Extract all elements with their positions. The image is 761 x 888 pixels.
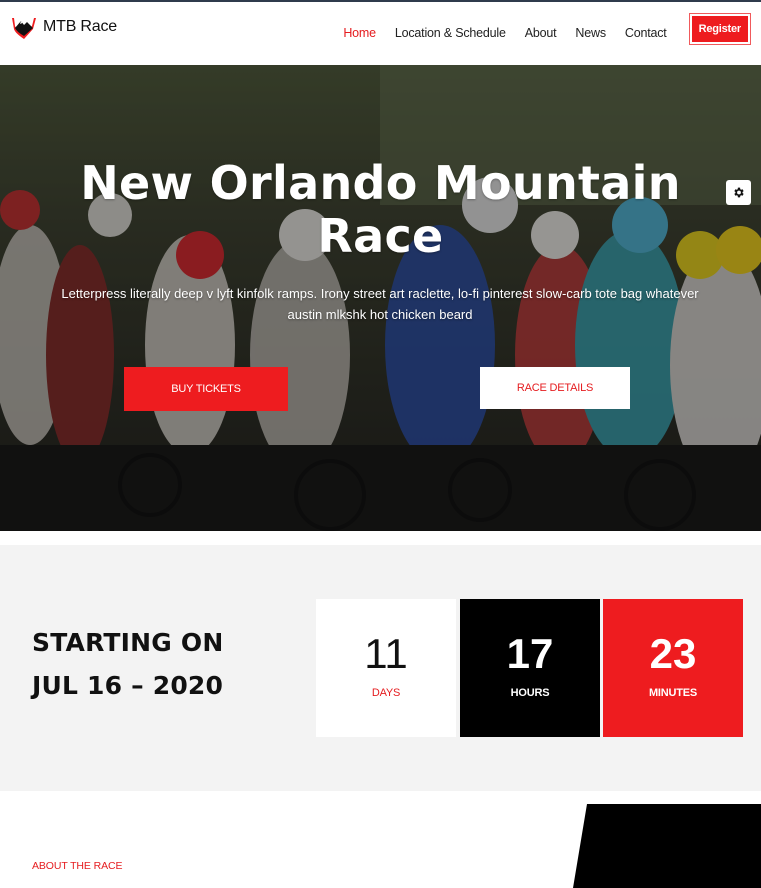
brand-logo[interactable]: MTB Race [11, 15, 117, 39]
days-label: DAYS [371, 687, 401, 699]
hours-label: HOURS [510, 687, 550, 699]
hero-text-line2: austin mlkshk hot chicken beard [287, 307, 473, 322]
site-header: MTB Race Home Location & Schedule About … [0, 0, 761, 65]
start-date-heading: STARTING ON JUL 16 – 2020 [32, 621, 223, 707]
hero-title-line1: New Orlando Mountain [80, 156, 681, 210]
hours-value: 17 [506, 630, 554, 677]
hero-text-line1: Letterpress literally deep v lyft kinfol… [61, 286, 699, 301]
hero-title: New Orlando Mountain Race [0, 157, 761, 263]
race-details-button[interactable]: RACE DETAILS [480, 367, 630, 409]
about-label: ABOUT THE RACE [32, 860, 123, 872]
decorative-black-shape [572, 804, 761, 888]
about-section: ABOUT THE RACE [0, 791, 761, 888]
nav-contact[interactable]: Contact [625, 26, 667, 40]
countdown-hours: 17 HOURS [460, 599, 600, 737]
hero-description: Letterpress literally deep v lyft kinfol… [30, 283, 730, 325]
start-heading-line2: JUL 16 – 2020 [32, 671, 224, 700]
nav-news[interactable]: News [575, 26, 606, 40]
brand-name: MTB Race [43, 18, 117, 35]
hero-section: New Orlando Mountain Race Letterpress li… [0, 65, 761, 531]
settings-button[interactable] [726, 180, 751, 205]
main-nav: Home Location & Schedule About News Cont… [324, 13, 751, 45]
minutes-value: 23 [649, 630, 697, 677]
countdown-section: STARTING ON JUL 16 – 2020 11 DAYS 17 HOU… [0, 545, 761, 791]
start-heading-line1: STARTING ON [32, 628, 224, 657]
nav-location-schedule[interactable]: Location & Schedule [395, 26, 506, 40]
mountain-logo-icon [12, 18, 36, 39]
buy-tickets-button[interactable]: BUY TICKETS [124, 367, 288, 411]
register-button[interactable]: Register [688, 13, 751, 45]
days-value: 11 [364, 630, 408, 677]
hero-title-line2: Race [317, 209, 444, 263]
minutes-label: MINUTES [648, 687, 698, 699]
countdown-minutes: 23 MINUTES [603, 599, 743, 737]
nav-about[interactable]: About [525, 26, 557, 40]
gear-icon [734, 187, 744, 198]
nav-home[interactable]: Home [343, 26, 376, 40]
countdown-days: 11 DAYS [316, 599, 456, 737]
